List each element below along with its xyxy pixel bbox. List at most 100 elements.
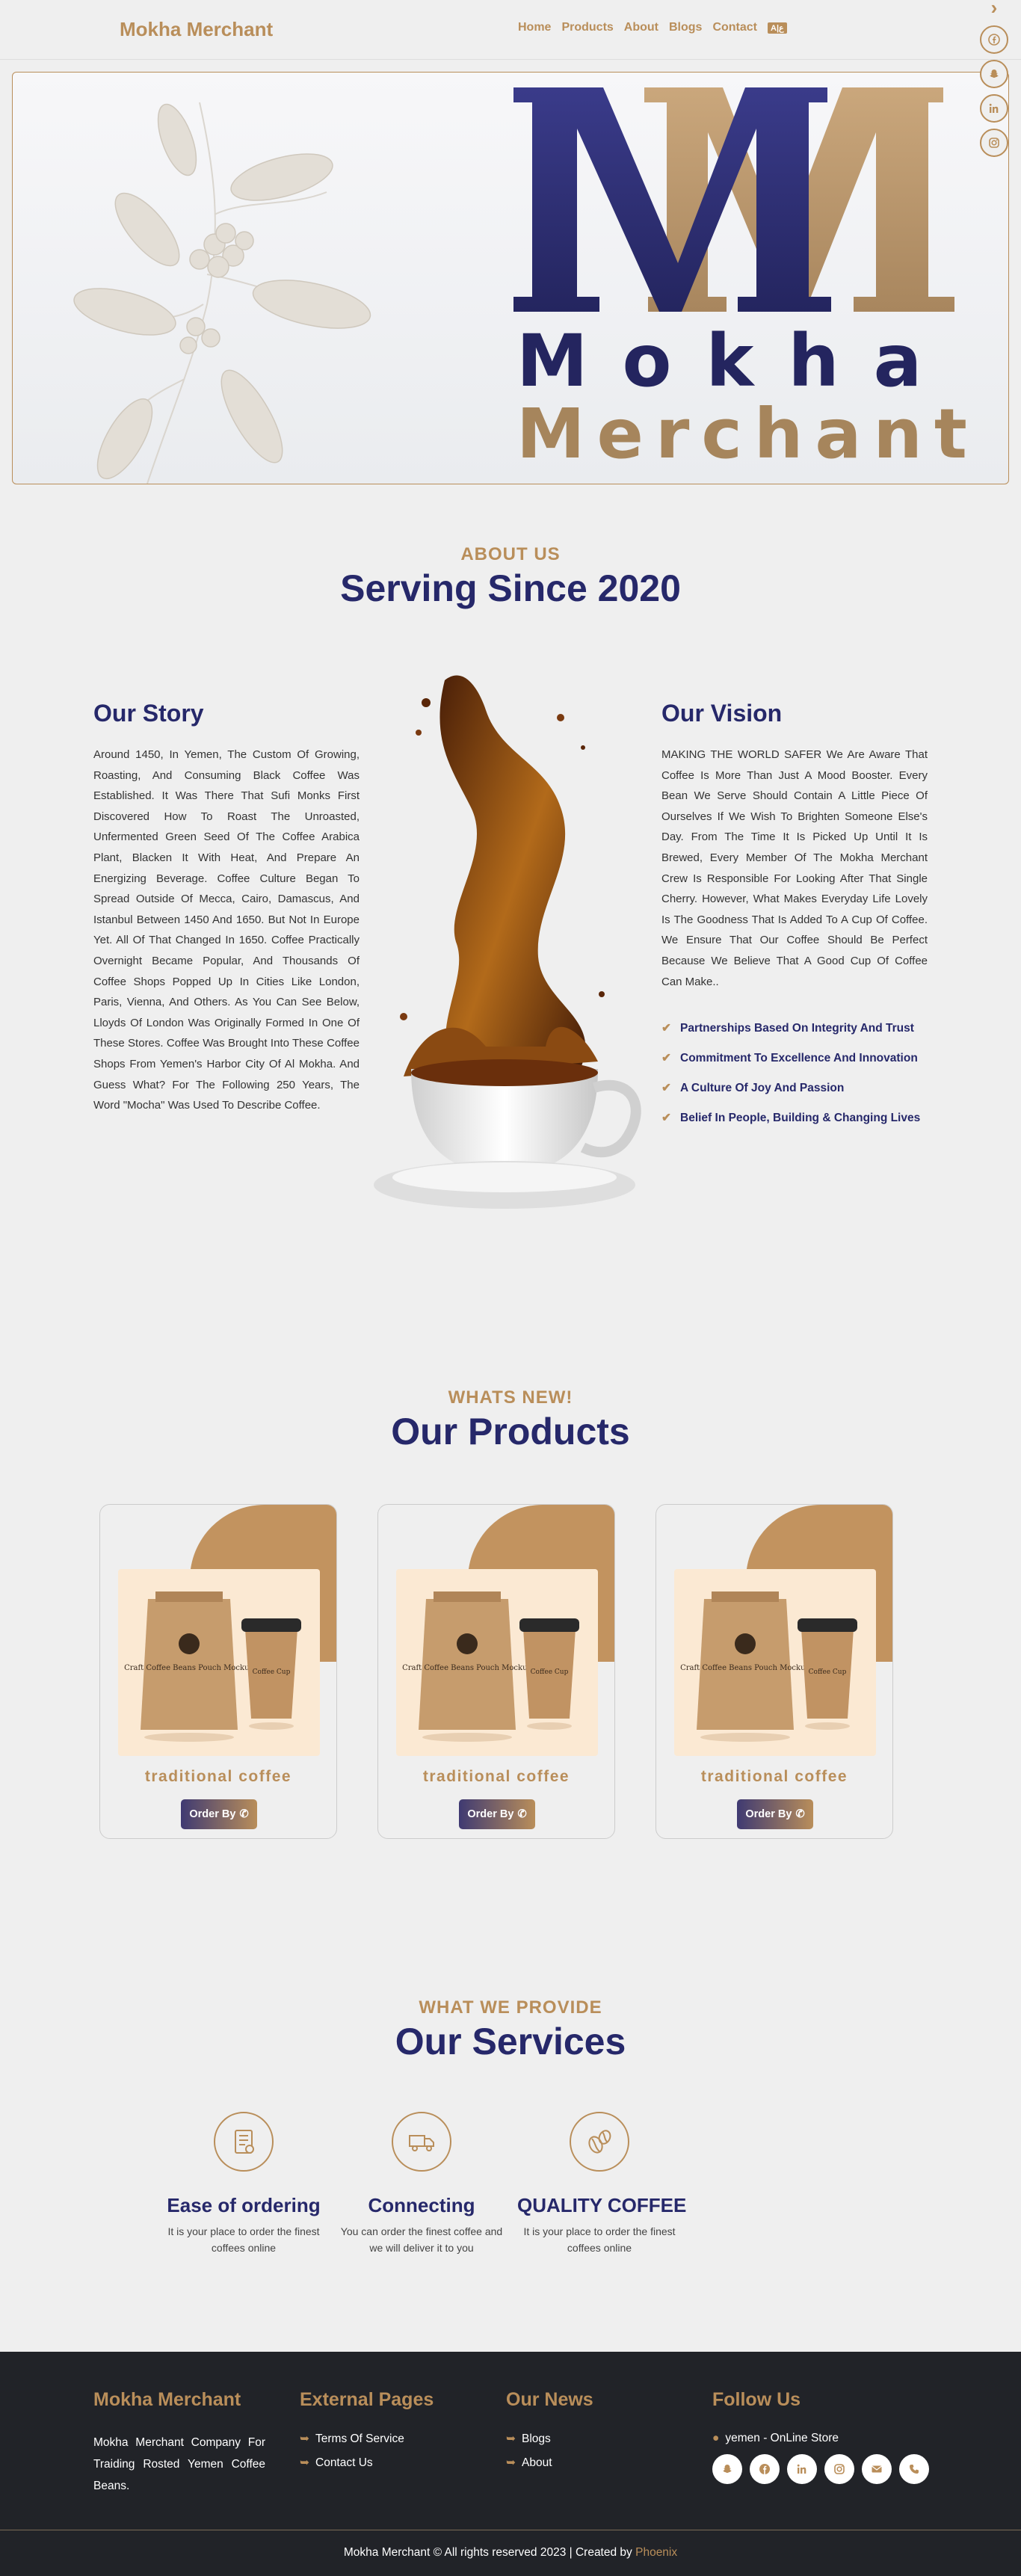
email-icon[interactable] (862, 2454, 892, 2484)
order-by-whatsapp-button[interactable]: Order By ✆ (737, 1799, 813, 1829)
vision-points-list: ✔ Partnerships Based On Integrity And Tru… (661, 1020, 931, 1140)
footer-link-terms[interactable]: ➥ Terms Of Service (300, 2427, 434, 2451)
service-title: Connecting (368, 2194, 475, 2216)
vision-point: ✔ Belief In People, Building & Changing L… (661, 1110, 931, 1127)
footer-news-links: ➥ Blogs ➥ About (506, 2427, 593, 2475)
footer: Mokha Merchant Mokha Merchant Company Fo… (0, 2352, 1021, 2576)
pouch-label: Craft Coffee Beans Pouch Mockup (124, 1664, 254, 1672)
footer-link-about[interactable]: ➥ About (506, 2451, 593, 2475)
facebook-icon[interactable] (750, 2454, 780, 2484)
cup-label: Coffee Cup (531, 1668, 569, 1676)
footer-social-row (712, 2454, 929, 2484)
footer-brand-title: Mokha Merchant (93, 2389, 241, 2410)
vision-text: MAKING THE WORLD SAFER We Are Aware That… (661, 748, 928, 988)
footer-link-label: Terms Of Service (315, 2432, 404, 2445)
footer-col-news: Our News ➥ Blogs ➥ About (506, 2389, 593, 2475)
nav-link-home[interactable]: Home (518, 21, 551, 34)
facebook-icon[interactable] (980, 25, 1008, 54)
footer-brand-text: Mokha Merchant Company For Traiding Rost… (93, 2436, 265, 2492)
products-title: Our Products (391, 1411, 630, 1452)
copyright-text: Mokha Merchant © All rights reserved 202… (343, 2546, 632, 2559)
hero-banner: Mokha Merchant (12, 72, 1009, 484)
arrow-right-icon: ➥ (506, 2432, 516, 2445)
footer-location: ● yemen - OnLine Store (712, 2432, 929, 2445)
nav-links: Home Products About Blogs Contact A|ع (518, 21, 787, 34)
check-icon: ✔ (661, 1022, 671, 1035)
delivery-truck-icon (392, 2112, 451, 2172)
footer-news-title: Our News (506, 2389, 593, 2410)
menu-card-icon (214, 2112, 274, 2172)
whatsapp-icon: ✆ (239, 1808, 249, 1820)
page: Mokha Merchant Home Products About Blogs… (0, 0, 1021, 2576)
arrow-right-icon: ➥ (300, 2456, 309, 2469)
service-text: You can order the finest coffee and we w… (340, 2225, 503, 2254)
services-subtitle: WHAT WE PROVIDE (419, 1997, 602, 2018)
snapchat-icon[interactable] (980, 60, 1008, 88)
brand-logo-text[interactable]: Mokha Merchant (120, 18, 273, 41)
footer-link-label: About (522, 2456, 552, 2469)
instagram-icon[interactable] (824, 2454, 854, 2484)
footer-link-label: Blogs (522, 2432, 551, 2445)
check-icon: ✔ (661, 1052, 671, 1064)
instagram-icon[interactable] (980, 129, 1008, 157)
footer-follow-title: Follow Us (712, 2389, 801, 2410)
about-title: Serving Since 2020 (340, 567, 681, 609)
check-icon: ✔ (661, 1082, 671, 1094)
hero-word-merchant: Merchant (516, 394, 979, 474)
story-title: Our Story (93, 700, 204, 727)
check-icon: ✔ (661, 1112, 671, 1124)
creator-link[interactable]: Phoenix (635, 2546, 677, 2559)
service-title: Ease of ordering (167, 2194, 321, 2216)
whatsapp-icon: ✆ (517, 1808, 527, 1820)
pouch-label: Craft Coffee Beans Pouch Mockup (680, 1664, 810, 1672)
vision-point: ✔ A Culture Of Joy And Passion (661, 1080, 931, 1097)
coffee-branch-illustration (73, 102, 371, 484)
footer-link-label: Contact Us (315, 2456, 373, 2469)
snapchat-icon[interactable] (712, 2454, 742, 2484)
about-subtitle: ABOUT US (460, 544, 561, 564)
service-item: Connecting You can order the finest coff… (339, 2112, 504, 2256)
product-card: Craft Coffee Beans Pouch Mockup Coffee C… (656, 1504, 893, 1839)
phone-icon[interactable] (899, 2454, 929, 2484)
footer-col-external: External Pages ➥ Terms Of Service ➥ Contac… (300, 2389, 434, 2475)
product-card: Craft Coffee Beans Pouch Mockup Coffee C… (377, 1504, 615, 1839)
map-pin-icon: ● (712, 2432, 720, 2444)
footer-link-contact[interactable]: ➥ Contact Us (300, 2451, 434, 2475)
product-image: Craft Coffee Beans Pouch Mockup Coffee C… (396, 1569, 598, 1756)
vision-point: ✔ Partnerships Based On Integrity And Tru… (661, 1020, 931, 1037)
order-by-whatsapp-button[interactable]: Order By ✆ (181, 1799, 257, 1829)
arrow-right-icon: ➥ (506, 2456, 516, 2469)
cup-label: Coffee Cup (253, 1668, 291, 1676)
navbar: Mokha Merchant Home Products About Blogs… (0, 0, 1021, 60)
products-subtitle: WHATS NEW! (448, 1387, 573, 1408)
language-toggle-arabic: ع (779, 23, 784, 33)
nav-link-about[interactable]: About (624, 21, 658, 34)
order-button-label: Order By (189, 1808, 236, 1820)
service-item: QUALITY COFFEE It is your place to order… (517, 2112, 687, 2256)
copyright: Mokha Merchant © All rights reserved 202… (0, 2546, 1021, 2560)
footer-col-about: Mokha Merchant Mokha Merchant Company Fo… (93, 2389, 265, 2497)
nav-link-contact[interactable]: Contact (712, 21, 757, 34)
footer-link-blogs[interactable]: ➥ Blogs (506, 2427, 593, 2451)
nav-link-blogs[interactable]: Blogs (669, 21, 702, 34)
service-title: QUALITY COFFEE (517, 2194, 687, 2216)
cup-label: Coffee Cup (809, 1668, 847, 1676)
language-toggle-latin: A (771, 23, 777, 33)
order-button-label: Order By (467, 1808, 514, 1820)
product-image: Craft Coffee Beans Pouch Mockup Coffee C… (674, 1569, 876, 1756)
language-toggle-icon[interactable]: A|ع (768, 22, 787, 34)
service-item: Ease of ordering It is your place to ord… (161, 2112, 326, 2256)
vision-title: Our Vision (661, 700, 783, 727)
linkedin-icon[interactable] (787, 2454, 817, 2484)
coffee-beans-icon (570, 2112, 629, 2172)
chevron-right-icon[interactable]: › (991, 0, 998, 19)
product-name: traditional coffee (422, 1768, 570, 1785)
product-name: traditional coffee (144, 1768, 292, 1785)
nav-link-products[interactable]: Products (561, 21, 613, 34)
arrow-right-icon: ➥ (300, 2432, 309, 2445)
story-text: Around 1450, In Yemen, The Custom Of Gro… (93, 748, 360, 1112)
product-card: Craft Coffee Beans Pouch Mockup Coffee C… (99, 1504, 337, 1839)
order-by-whatsapp-button[interactable]: Order By ✆ (459, 1799, 535, 1829)
services-title: Our Services (395, 2021, 626, 2062)
linkedin-icon[interactable] (980, 94, 1008, 123)
